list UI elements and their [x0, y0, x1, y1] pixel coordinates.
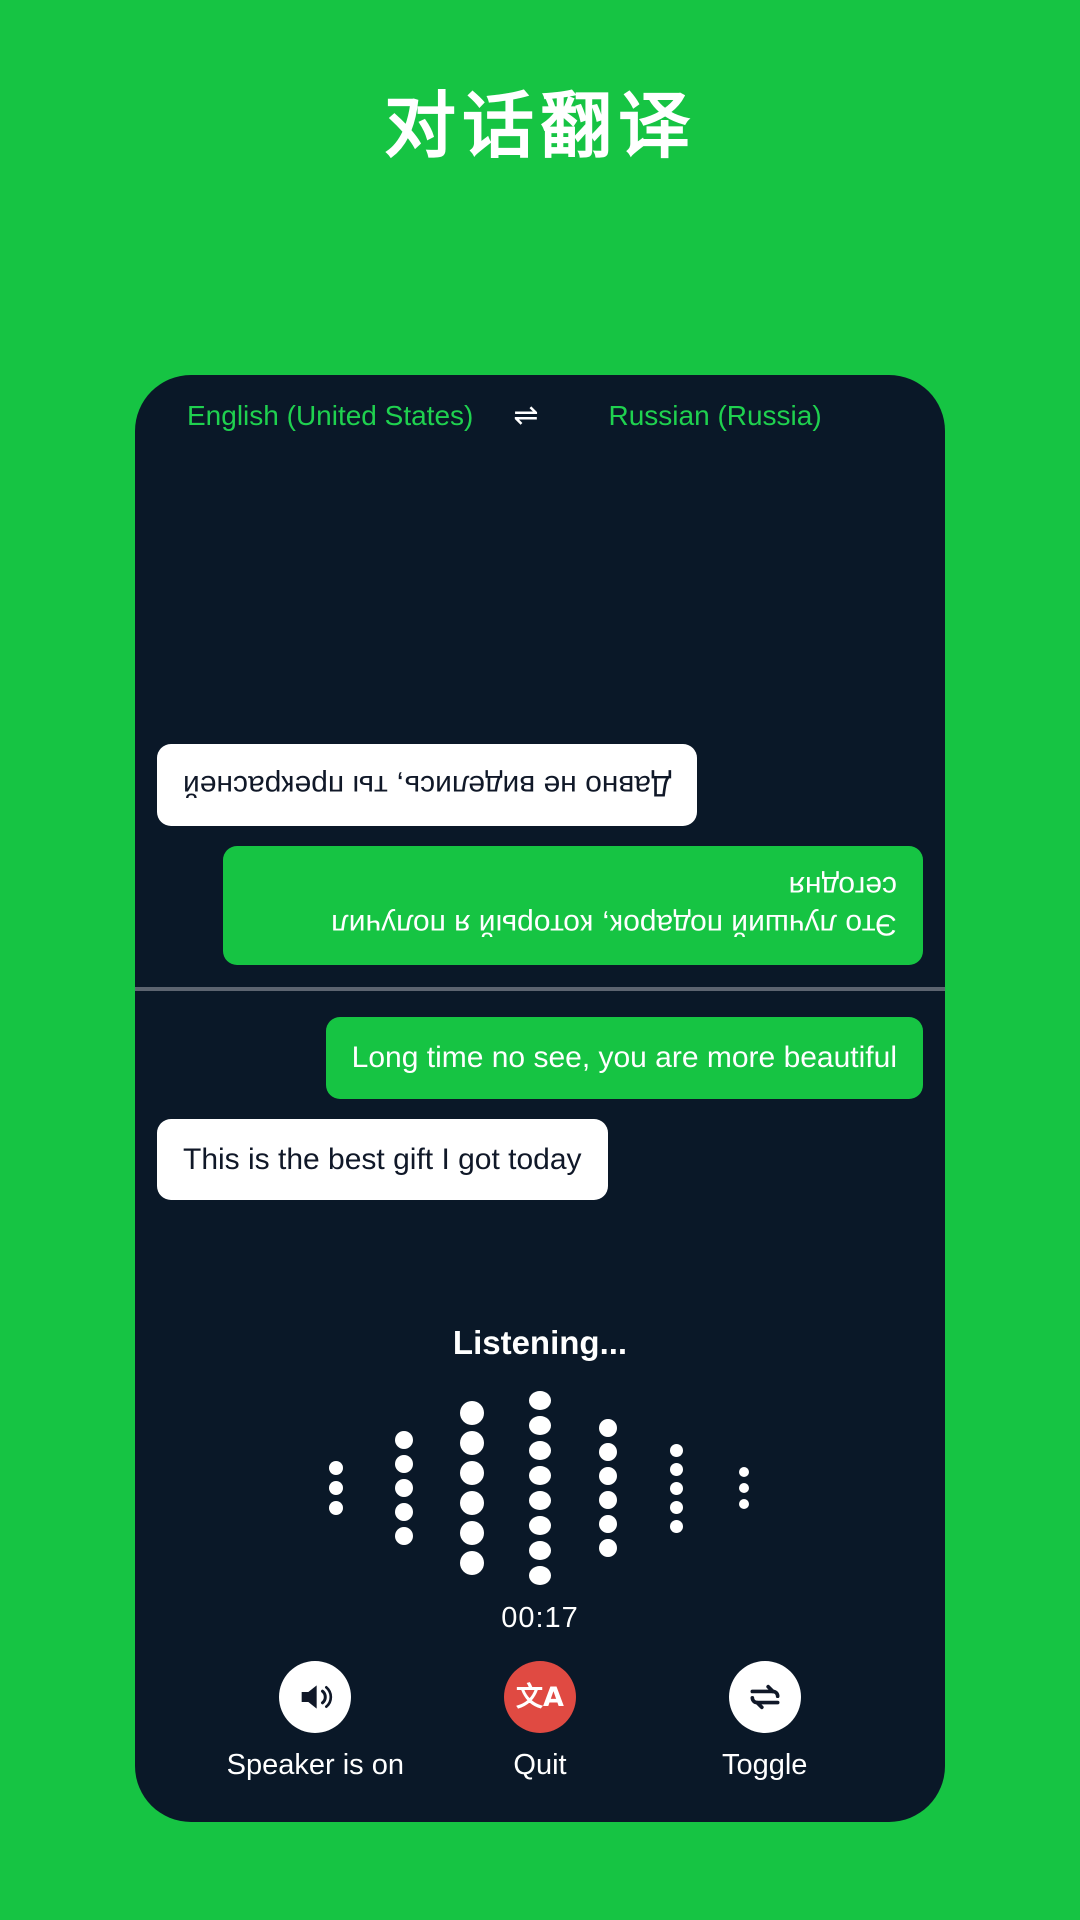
recording-timer: 00:17: [501, 1602, 579, 1634]
waveform-dot: [460, 1461, 484, 1485]
audio-waveform: [302, 1388, 778, 1588]
waveform-dot: [395, 1527, 413, 1545]
waveform-dot: [395, 1455, 413, 1473]
toggle-button-circle[interactable]: [728, 1661, 801, 1733]
waveform-dot: [460, 1431, 484, 1455]
swap-repeat-icon: [750, 1684, 780, 1710]
waveform-column: [506, 1388, 574, 1588]
swap-languages-icon[interactable]: ⇌: [513, 401, 538, 431]
waveform-dot: [329, 1481, 343, 1495]
remote-conversation-half: Это лучший подарок, который я получил се…: [135, 457, 945, 987]
speaker-button[interactable]: Speaker is on: [203, 1661, 428, 1782]
listening-area: Listening... 00:17: [157, 1324, 923, 1635]
quit-button-circle[interactable]: 文A: [504, 1661, 576, 1733]
waveform-dot: [460, 1401, 484, 1425]
control-bar: Speaker is on 文A Quit Toggle: [157, 1635, 923, 1822]
source-language-selector[interactable]: English (United States): [187, 400, 473, 432]
waveform-dot: [395, 1479, 413, 1497]
waveform-dot: [395, 1503, 413, 1521]
waveform-dot: [599, 1467, 617, 1485]
waveform-dot: [739, 1483, 749, 1493]
waveform-column: [302, 1388, 370, 1588]
waveform-dot: [599, 1491, 617, 1509]
message-row: Давно не виделись, ты прекрасней: [157, 744, 923, 826]
waveform-dot: [529, 1516, 551, 1535]
waveform-dot: [739, 1467, 749, 1477]
waveform-dot: [529, 1491, 551, 1510]
translate-icon: 文A: [516, 1681, 564, 1713]
waveform-column: [642, 1388, 710, 1588]
waveform-dot: [460, 1521, 484, 1545]
waveform-dot: [669, 1500, 683, 1514]
speaker-button-label: Speaker is on: [226, 1749, 404, 1781]
waveform-dot: [529, 1416, 551, 1435]
toggle-button-label: Toggle: [721, 1749, 808, 1781]
waveform-column: [438, 1388, 506, 1588]
waveform-dot: [599, 1539, 617, 1557]
waveform-dot: [529, 1541, 551, 1560]
message-row: Это лучший подарок, который я получил се…: [157, 846, 923, 965]
waveform-column: [370, 1388, 438, 1588]
waveform-dot: [329, 1501, 343, 1515]
speaker-on-icon: [301, 1685, 333, 1709]
message-bubble[interactable]: Это лучший подарок, который я получил се…: [223, 846, 923, 965]
quit-button-label: Quit: [513, 1749, 567, 1781]
message-row: This is the best gift I got today: [157, 1118, 923, 1200]
speaker-button-circle[interactable]: [279, 1661, 352, 1733]
waveform-dot: [529, 1466, 551, 1485]
conversation-panel: English (United States) ⇌ Russian (Russi…: [135, 375, 945, 1822]
target-language-selector[interactable]: Russian (Russia): [609, 400, 822, 432]
waveform-dot: [669, 1443, 683, 1457]
listening-status-label: Listening...: [452, 1324, 628, 1361]
waveform-dot: [669, 1519, 683, 1533]
waveform-dot: [395, 1431, 413, 1449]
waveform-column: [710, 1388, 778, 1588]
waveform-dot: [329, 1461, 343, 1475]
page-title: 对话翻译: [383, 87, 696, 167]
waveform-dot: [669, 1462, 683, 1476]
waveform-dot: [599, 1515, 617, 1533]
waveform-dot: [529, 1391, 551, 1410]
waveform-dot: [529, 1441, 551, 1460]
waveform-dot: [460, 1491, 484, 1515]
message-bubble[interactable]: Давно не виделись, ты прекрасней: [157, 744, 698, 826]
waveform-dot: [529, 1566, 551, 1585]
waveform-column: [574, 1388, 642, 1588]
waveform-dot: [460, 1551, 484, 1575]
quit-button[interactable]: 文A Quit: [428, 1661, 653, 1782]
waveform-dot: [669, 1481, 683, 1495]
local-conversation-half: Long time no see, you are more beautiful…: [135, 991, 945, 1822]
message-row: Long time no see, you are more beautiful: [157, 1017, 923, 1099]
toggle-button[interactable]: Toggle: [652, 1661, 877, 1782]
waveform-dot: [599, 1443, 617, 1461]
message-bubble[interactable]: This is the best gift I got today: [157, 1118, 608, 1200]
waveform-dot: [739, 1499, 749, 1509]
language-bar: English (United States) ⇌ Russian (Russi…: [135, 375, 945, 457]
message-bubble[interactable]: Long time no see, you are more beautiful: [325, 1017, 923, 1099]
waveform-dot: [599, 1419, 617, 1437]
